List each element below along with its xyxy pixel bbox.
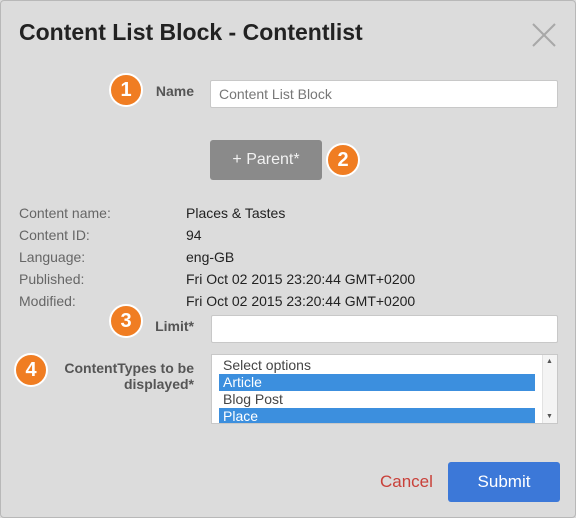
content-types-select[interactable]: Select options Article Blog Post Place ▲…	[211, 354, 558, 424]
modified-label: Modified:	[19, 293, 76, 309]
option-place[interactable]: Place	[219, 408, 535, 423]
add-parent-button[interactable]: + Parent*	[210, 140, 322, 180]
modified-value: Fri Oct 02 2015 23:20:44 GMT+0200	[186, 293, 416, 309]
content-name-value: Places & Tastes	[186, 205, 286, 221]
content-types-label: ContentTypes to be displayed*	[51, 360, 194, 392]
option-blog-post[interactable]: Blog Post	[219, 391, 535, 408]
option-article[interactable]: Article	[219, 374, 535, 391]
name-label: Name	[155, 83, 194, 99]
step-badge-1: 1	[109, 73, 143, 107]
cancel-button[interactable]: Cancel	[380, 472, 433, 492]
limit-label: Limit*	[155, 318, 194, 334]
language-value: eng-GB	[186, 249, 235, 265]
published-label: Published:	[19, 271, 85, 287]
language-label: Language:	[19, 249, 86, 265]
name-input[interactable]	[210, 80, 558, 108]
content-name-label: Content name:	[19, 205, 111, 221]
dialog-title: Content List Block - Contentlist	[19, 19, 363, 45]
content-types-label-line1: ContentTypes to be	[64, 360, 194, 376]
submit-button[interactable]: Submit	[448, 462, 560, 502]
content-types-label-line2: displayed*	[123, 376, 194, 392]
option-select-options[interactable]: Select options	[219, 357, 535, 374]
limit-input[interactable]	[211, 315, 558, 343]
scroll-up-icon[interactable]: ▲	[546, 358, 553, 365]
content-id-value: 94	[186, 227, 202, 243]
listbox-scrollbar[interactable]: ▲ ▼	[542, 355, 557, 423]
content-list-block-dialog: Content List Block - Contentlist 1 Name …	[0, 0, 576, 518]
content-id-label: Content ID:	[19, 227, 90, 243]
scroll-down-icon[interactable]: ▼	[546, 413, 553, 420]
step-badge-4: 4	[14, 353, 48, 387]
step-badge-3: 3	[109, 304, 143, 338]
close-icon[interactable]	[529, 20, 559, 50]
published-value: Fri Oct 02 2015 23:20:44 GMT+0200	[186, 271, 416, 287]
step-badge-2: 2	[326, 143, 360, 177]
